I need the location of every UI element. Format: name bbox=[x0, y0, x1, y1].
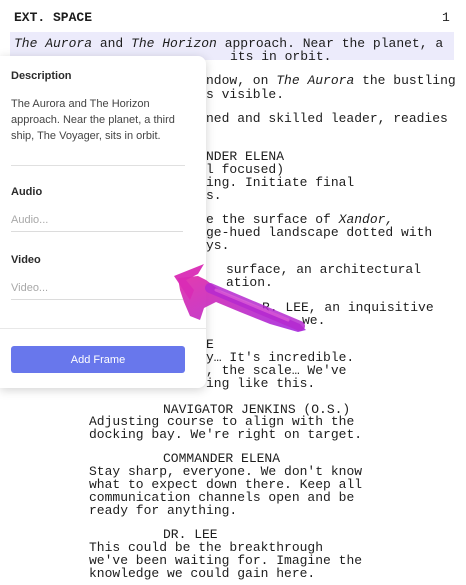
action-line-3-a: ndow, on bbox=[206, 73, 269, 88]
action-line-2: its in orbit. bbox=[230, 49, 332, 64]
dialogue-line: ing like this. bbox=[206, 376, 316, 391]
dialogue-line: knowledge we could gain here. bbox=[89, 566, 316, 581]
dialogue-line: ready for anything. bbox=[89, 503, 238, 518]
ship-name-horizon: The Horizon bbox=[131, 36, 217, 51]
dialogue-line: s. bbox=[206, 188, 222, 203]
description-text[interactable]: The Aurora and The Horizon approach. Nea… bbox=[11, 96, 183, 144]
audio-label: Audio bbox=[11, 186, 43, 198]
action-line-3: ndow, on The Aurora the bustling bbox=[206, 74, 456, 87]
action-line-3-b: the bustling bbox=[362, 73, 456, 88]
action-line-1[interactable]: The Aurora and The Horizon approach. Nea… bbox=[14, 37, 443, 50]
audio-input[interactable] bbox=[11, 209, 183, 232]
description-label: Description bbox=[11, 70, 72, 82]
action-line-4: s visible. bbox=[206, 87, 285, 102]
conjunction: and bbox=[99, 36, 124, 51]
arrow-icon bbox=[174, 264, 306, 332]
dialogue-line: ing. Initiate final bbox=[206, 175, 355, 190]
ship-name-aurora-2: The Aurora bbox=[276, 73, 355, 88]
scene-heading: EXT. SPACE bbox=[14, 10, 93, 25]
video-input[interactable] bbox=[11, 277, 183, 300]
page-number: 1 bbox=[442, 10, 450, 25]
action-line-5: ned and skilled leader, readies bbox=[206, 111, 448, 126]
add-frame-button[interactable]: Add Frame bbox=[11, 346, 185, 373]
video-label: Video bbox=[11, 254, 41, 266]
action-line-7: ge-hued landscape dotted with bbox=[206, 225, 433, 240]
divider bbox=[11, 165, 185, 166]
dialogue-line: docking bay. We're right on target. bbox=[89, 427, 363, 442]
ship-name-aurora: The Aurora bbox=[14, 36, 93, 51]
